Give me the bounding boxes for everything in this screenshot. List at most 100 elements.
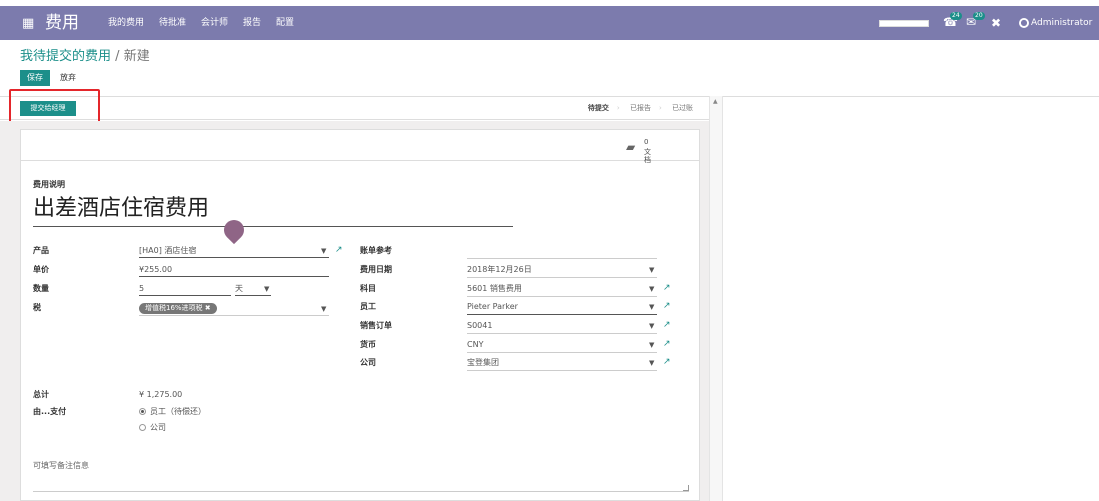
date-label: 费用日期 bbox=[360, 265, 392, 274]
date-field[interactable]: 2018年12月26日 bbox=[467, 264, 532, 276]
description-underline bbox=[33, 226, 513, 227]
user-name: Administrator bbox=[1031, 18, 1093, 28]
save-button[interactable]: 保存 bbox=[20, 70, 50, 86]
chatter-divider bbox=[723, 96, 1099, 97]
phone-badge: 24 bbox=[950, 12, 962, 20]
paid-by-company-label: 公司 bbox=[150, 423, 166, 432]
product-field[interactable]: [HA0] 酒店住宿 bbox=[139, 245, 196, 257]
menu-my-expenses[interactable]: 我的费用 bbox=[108, 17, 144, 29]
breadcrumb-parent[interactable]: 我待提交的费用 bbox=[20, 49, 111, 64]
tax-label: 税 bbox=[33, 303, 41, 312]
employee-label: 员工 bbox=[360, 302, 376, 311]
paid-by-employee-label: 员工（待偿还） bbox=[150, 407, 206, 416]
external-link-icon[interactable]: ↗ bbox=[663, 338, 671, 350]
external-link-icon[interactable]: ↗ bbox=[663, 319, 671, 331]
employee-field[interactable]: Pieter Parker bbox=[467, 301, 518, 313]
phone-icon[interactable]: ☎ 24 bbox=[943, 12, 962, 29]
tax-underline bbox=[139, 315, 329, 316]
chevron-down-icon[interactable]: ▼ bbox=[649, 320, 654, 332]
currency-underline bbox=[467, 352, 657, 353]
user-avatar-icon: ● bbox=[1019, 18, 1029, 28]
radio-selected-icon bbox=[139, 408, 146, 415]
stage-reported[interactable]: 已报告 bbox=[622, 102, 659, 114]
company-field[interactable]: 宝登集团 bbox=[467, 357, 499, 369]
date-underline bbox=[467, 277, 657, 278]
breadcrumb: 我待提交的费用 / 新建 bbox=[20, 49, 150, 65]
quantity-label: 数量 bbox=[33, 284, 49, 293]
paid-by-label: 由...支付 bbox=[33, 407, 67, 416]
top-navbar: ▦ 费用 我的费用 待批准 会计师 报告 配置 ☎ 24 ✉ 20 ✖ ● Admin… bbox=[0, 6, 1099, 40]
account-underline bbox=[467, 296, 657, 297]
vertical-scrollbar[interactable]: ▲ bbox=[709, 96, 723, 501]
stage-pipeline: 待提交 › 已报告 › 已过账 bbox=[580, 102, 701, 114]
book-icon: ▰ bbox=[626, 140, 636, 154]
menu-reports[interactable]: 报告 bbox=[243, 17, 261, 29]
currency-label: 货币 bbox=[360, 340, 376, 349]
app-brand: 费用 bbox=[45, 13, 79, 33]
chat-badge: 20 bbox=[973, 12, 985, 20]
unit-price-label: 单价 bbox=[33, 265, 49, 274]
chevron-down-icon[interactable]: ▼ bbox=[649, 264, 654, 276]
button-box-divider bbox=[21, 160, 699, 161]
close-tools-icon[interactable]: ✖ bbox=[991, 16, 1001, 30]
description-input[interactable]: 出差酒店住宿费用 bbox=[33, 194, 209, 224]
uom-underline bbox=[235, 295, 271, 296]
sale-order-underline bbox=[467, 333, 657, 334]
navbar-search-input[interactable] bbox=[879, 20, 929, 27]
paid-by-company-radio[interactable]: 公司 bbox=[139, 422, 166, 434]
menu-accountant[interactable]: 会计师 bbox=[201, 17, 228, 29]
chevron-down-icon[interactable]: ▼ bbox=[649, 301, 654, 313]
description-label: 费用说明 bbox=[33, 180, 65, 189]
chevron-down-icon[interactable]: ▼ bbox=[321, 303, 326, 315]
resize-grip-icon[interactable] bbox=[683, 485, 689, 491]
reference-label: 账单参考 bbox=[360, 246, 392, 255]
company-underline bbox=[467, 370, 657, 371]
expense-form-sheet: ▰ 0 文档 费用说明 出差酒店住宿费用 产品 [HA0] 酒店住宿 ▼ ↗ 单… bbox=[20, 129, 700, 501]
notes-textarea[interactable]: 可填写备注信息 bbox=[33, 460, 689, 492]
account-label: 科目 bbox=[360, 284, 376, 293]
account-field[interactable]: 5601 销售费用 bbox=[467, 283, 522, 295]
external-link-icon[interactable]: ↗ bbox=[663, 282, 671, 294]
paid-by-employee-radio[interactable]: 员工（待偿还） bbox=[139, 406, 206, 418]
company-label: 公司 bbox=[360, 358, 376, 367]
currency-field[interactable]: CNY bbox=[467, 339, 483, 351]
chat-icon[interactable]: ✉ 20 bbox=[966, 12, 985, 29]
chevron-down-icon[interactable]: ▼ bbox=[649, 357, 654, 369]
chevron-down-icon[interactable]: ▼ bbox=[264, 283, 269, 295]
user-menu[interactable]: ● Administrator bbox=[1019, 17, 1092, 29]
notes-placeholder: 可填写备注信息 bbox=[33, 461, 89, 470]
quantity-field[interactable]: 5 bbox=[139, 283, 144, 295]
scroll-up-icon[interactable]: ▲ bbox=[713, 98, 718, 105]
menu-to-approve[interactable]: 待批准 bbox=[159, 17, 186, 29]
documents-count: 0 bbox=[644, 138, 649, 146]
menu-configuration[interactable]: 配置 bbox=[276, 17, 294, 29]
breadcrumb-current: 新建 bbox=[123, 49, 150, 64]
discard-button[interactable]: 放弃 bbox=[60, 70, 76, 86]
grid-icon[interactable]: ▦ bbox=[22, 17, 34, 30]
documents-label: 文档 bbox=[644, 148, 651, 164]
chevron-down-icon[interactable]: ▼ bbox=[649, 283, 654, 295]
stage-draft[interactable]: 待提交 bbox=[580, 102, 617, 114]
tax-tag[interactable]: 增值税16%进项税 ✖ bbox=[139, 303, 217, 314]
stage-posted[interactable]: 已过账 bbox=[664, 102, 701, 114]
chevron-down-icon[interactable]: ▼ bbox=[649, 339, 654, 351]
total-value: ¥ 1,275.00 bbox=[139, 390, 183, 399]
quantity-underline bbox=[139, 295, 231, 296]
chevron-down-icon[interactable]: ▼ bbox=[321, 245, 326, 257]
product-label: 产品 bbox=[33, 246, 49, 255]
reference-underline bbox=[467, 258, 657, 259]
external-link-icon[interactable]: ↗ bbox=[335, 244, 343, 256]
external-link-icon[interactable]: ↗ bbox=[663, 356, 671, 368]
status-bar: 提交给经理 待提交 › 已报告 › 已过账 bbox=[0, 96, 709, 120]
location-pin-icon bbox=[219, 215, 249, 245]
sale-order-field[interactable]: S0041 bbox=[467, 320, 492, 332]
breadcrumb-separator: / bbox=[115, 49, 120, 64]
total-label: 总计 bbox=[33, 390, 49, 399]
external-link-icon[interactable]: ↗ bbox=[663, 300, 671, 312]
uom-field[interactable]: 天 bbox=[235, 283, 243, 295]
chevron-right-icon: › bbox=[658, 104, 662, 112]
product-underline bbox=[139, 257, 329, 258]
chevron-right-icon: › bbox=[616, 104, 620, 112]
unit-price-field[interactable]: ¥255.00 bbox=[139, 264, 172, 276]
radio-empty-icon bbox=[139, 424, 146, 431]
